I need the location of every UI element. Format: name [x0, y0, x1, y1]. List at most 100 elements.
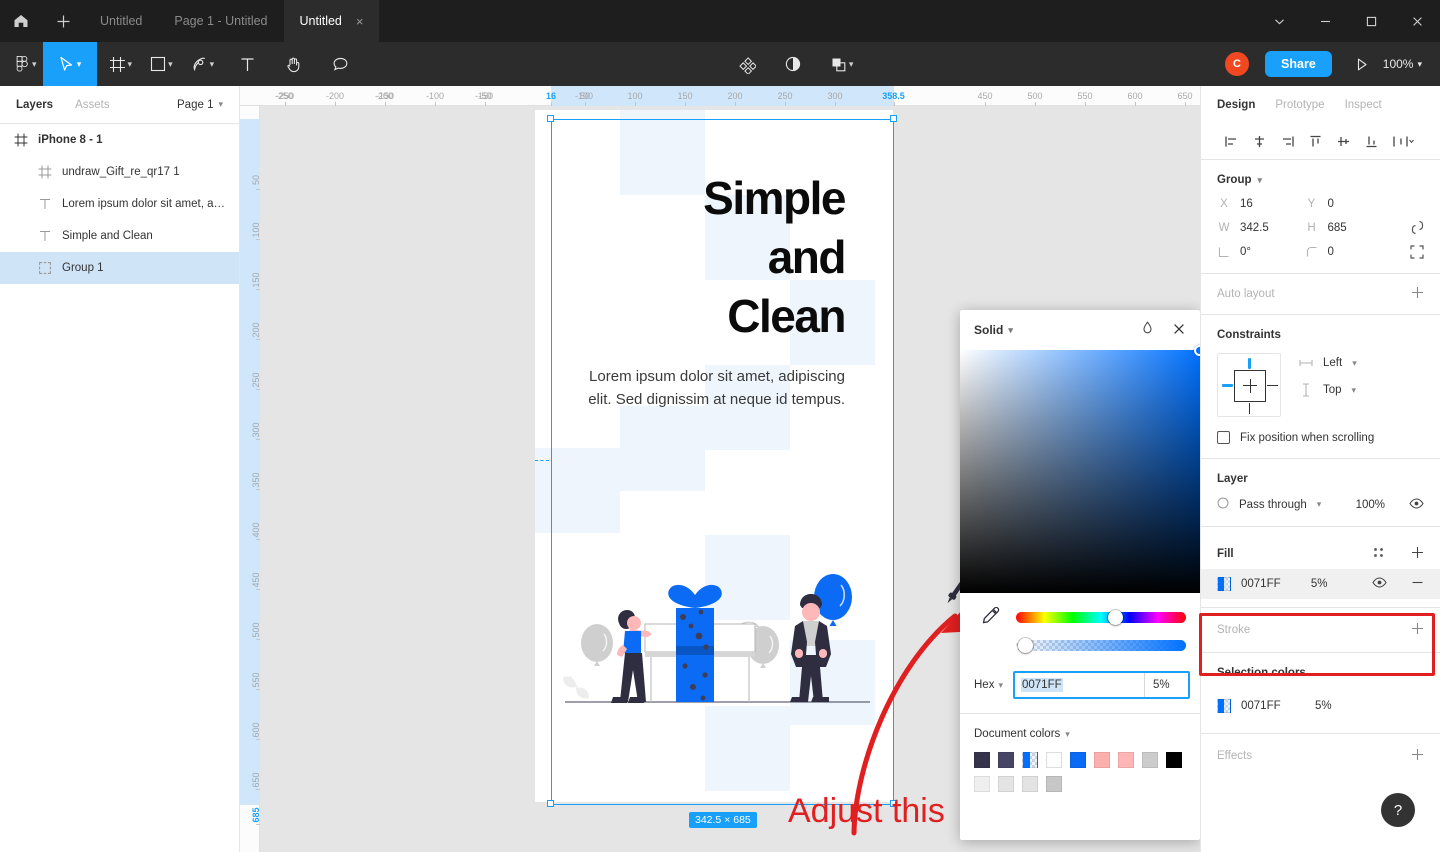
- color-swatch[interactable]: [1046, 752, 1062, 768]
- constraint-arm-bottom[interactable]: [1249, 403, 1250, 414]
- tab-inspect[interactable]: Inspect: [1345, 99, 1382, 111]
- alpha-slider-knob[interactable]: [1017, 637, 1033, 653]
- tab-design[interactable]: Design: [1217, 99, 1255, 111]
- vertical-constraint-select[interactable]: Top ▾: [1299, 383, 1357, 397]
- layer-row-simple-and-clean[interactable]: Simple and Clean: [0, 220, 239, 252]
- zoom-level-control[interactable]: 100% ▾: [1383, 57, 1422, 71]
- home-icon[interactable]: [0, 0, 42, 42]
- chevron-down-icon[interactable]: [1256, 0, 1302, 42]
- comment-tool[interactable]: [322, 42, 359, 86]
- plus-icon[interactable]: [42, 0, 84, 42]
- artboard-heading-line-1[interactable]: Simple: [575, 175, 846, 221]
- window-maximize-button[interactable]: [1348, 0, 1394, 42]
- opacity-value[interactable]: 100%: [1356, 499, 1385, 511]
- selection-handle-bl[interactable]: [547, 800, 554, 807]
- chevron-down-icon[interactable]: ▾: [1008, 325, 1013, 336]
- corner-radius-property[interactable]: 0: [1305, 245, 1393, 259]
- y-property[interactable]: Y 0: [1305, 198, 1393, 210]
- hex-input-box[interactable]: 0071FF 5%: [1012, 671, 1190, 699]
- figma-menu-icon[interactable]: ▾: [0, 42, 43, 86]
- eyedropper-icon[interactable]: [1141, 321, 1154, 339]
- x-property[interactable]: X 16: [1217, 198, 1305, 210]
- color-swatch[interactable]: [1022, 776, 1038, 792]
- shape-tool[interactable]: ▾: [144, 42, 179, 86]
- align-top-icon[interactable]: [1301, 128, 1329, 156]
- play-icon[interactable]: [1340, 42, 1383, 86]
- blend-mode-value[interactable]: Pass through: [1239, 499, 1307, 511]
- color-swatch[interactable]: [1166, 752, 1182, 768]
- selection-color-item[interactable]: 0071FF 5%: [1201, 691, 1440, 721]
- color-picker-popup[interactable]: Solid ▾ Hex ▾ 0071FF 5% Document colors …: [960, 310, 1200, 840]
- style-picker-icon[interactable]: [1372, 546, 1385, 562]
- object-type-header[interactable]: Group ▾: [1217, 174, 1424, 186]
- color-format-selector[interactable]: Hex ▾: [974, 679, 1003, 691]
- close-icon[interactable]: ×: [356, 14, 364, 29]
- link-icon[interactable]: [1392, 220, 1424, 235]
- rotation-property[interactable]: 0°: [1217, 245, 1305, 259]
- window-minimize-button[interactable]: [1302, 0, 1348, 42]
- window-close-button[interactable]: [1394, 0, 1440, 42]
- align-bottom-icon[interactable]: [1357, 128, 1385, 156]
- horizontal-ruler[interactable]: -250 -200 -150 -100: [240, 86, 1200, 106]
- plus-icon[interactable]: [1411, 748, 1424, 764]
- selection-handle-tr[interactable]: [890, 115, 897, 122]
- fill-hex-value[interactable]: 0071FF: [1241, 578, 1301, 590]
- tab-page1-untitled[interactable]: Page 1 - Untitled: [158, 0, 283, 42]
- tab-assets[interactable]: Assets: [75, 99, 110, 111]
- avatar[interactable]: C: [1225, 52, 1250, 76]
- minus-icon[interactable]: [1411, 576, 1424, 592]
- independent-corners-icon[interactable]: [1392, 245, 1424, 259]
- color-swatch[interactable]: [1070, 752, 1086, 768]
- fill-item-row[interactable]: 0071FF 5%: [1201, 569, 1440, 599]
- color-mode-label[interactable]: Solid: [974, 323, 1003, 337]
- height-property[interactable]: H 685: [1305, 220, 1393, 235]
- constraint-arm-left[interactable]: [1222, 384, 1233, 387]
- move-tool[interactable]: ▾: [42, 42, 97, 86]
- alpha-slider-row[interactable]: [960, 635, 1200, 655]
- page-selector[interactable]: Page 1 ▾: [177, 99, 223, 111]
- horizontal-constraint-select[interactable]: Left ▾: [1299, 357, 1357, 369]
- align-horizontal-center-icon[interactable]: [1245, 128, 1273, 156]
- fill-opacity-value[interactable]: 5%: [1311, 578, 1352, 590]
- color-swatch[interactable]: [1142, 752, 1158, 768]
- hand-tool[interactable]: [275, 42, 312, 86]
- constraints-diagram[interactable]: [1217, 353, 1281, 417]
- hex-input[interactable]: 0071FF: [1015, 673, 1144, 697]
- frame-tool[interactable]: ▾: [103, 42, 139, 86]
- align-left-icon[interactable]: [1217, 128, 1245, 156]
- fix-position-checkbox[interactable]: [1217, 431, 1230, 444]
- saturation-value-field[interactable]: [960, 345, 1200, 593]
- help-button[interactable]: ?: [1381, 793, 1415, 827]
- eyedropper-tool-button[interactable]: [978, 605, 1000, 627]
- text-tool[interactable]: [230, 42, 265, 86]
- artboard-heading-line-2[interactable]: and: [575, 234, 847, 280]
- chevron-down-icon[interactable]: ▾: [1317, 499, 1322, 510]
- fill-color-swatch[interactable]: [1217, 577, 1231, 591]
- pen-tool[interactable]: ▾: [185, 42, 221, 86]
- constraint-arm-top[interactable]: [1248, 358, 1251, 369]
- share-button[interactable]: Share: [1265, 51, 1332, 77]
- alpha-input[interactable]: 5%: [1144, 673, 1188, 697]
- artboard-iphone-8-1[interactable]: Simple and Clean Lorem ipsum dolor sit a…: [535, 110, 893, 802]
- color-swatch[interactable]: [974, 752, 990, 768]
- eye-icon[interactable]: [1409, 497, 1424, 512]
- color-swatch[interactable]: [1094, 752, 1110, 768]
- color-swatch[interactable]: [998, 752, 1014, 768]
- close-icon[interactable]: [1172, 322, 1186, 339]
- distribute-icon[interactable]: [1385, 128, 1421, 156]
- fix-position-row[interactable]: Fix position when scrolling: [1217, 431, 1424, 444]
- mask-icon[interactable]: [770, 42, 816, 86]
- tab-untitled-1[interactable]: Untitled: [84, 0, 158, 42]
- artboard-body-text[interactable]: Lorem ipsum dolor sit amet, adipiscing e…: [575, 365, 845, 411]
- document-colors-header[interactable]: Document colors ▾: [974, 728, 1186, 740]
- components-icon[interactable]: [723, 42, 770, 86]
- boolean-union-icon[interactable]: ▾: [816, 42, 862, 86]
- hue-slider[interactable]: [1016, 609, 1186, 625]
- color-swatch[interactable]: [1046, 776, 1062, 792]
- plus-icon[interactable]: [1411, 286, 1424, 302]
- plus-icon[interactable]: [1411, 546, 1424, 562]
- vertical-ruler[interactable]: [240, 106, 260, 852]
- selection-handle-tl[interactable]: [547, 115, 554, 122]
- layer-row-lorem-ipsum[interactable]: Lorem ipsum dolor sit amet, a…: [0, 188, 239, 220]
- color-swatch[interactable]: [974, 776, 990, 792]
